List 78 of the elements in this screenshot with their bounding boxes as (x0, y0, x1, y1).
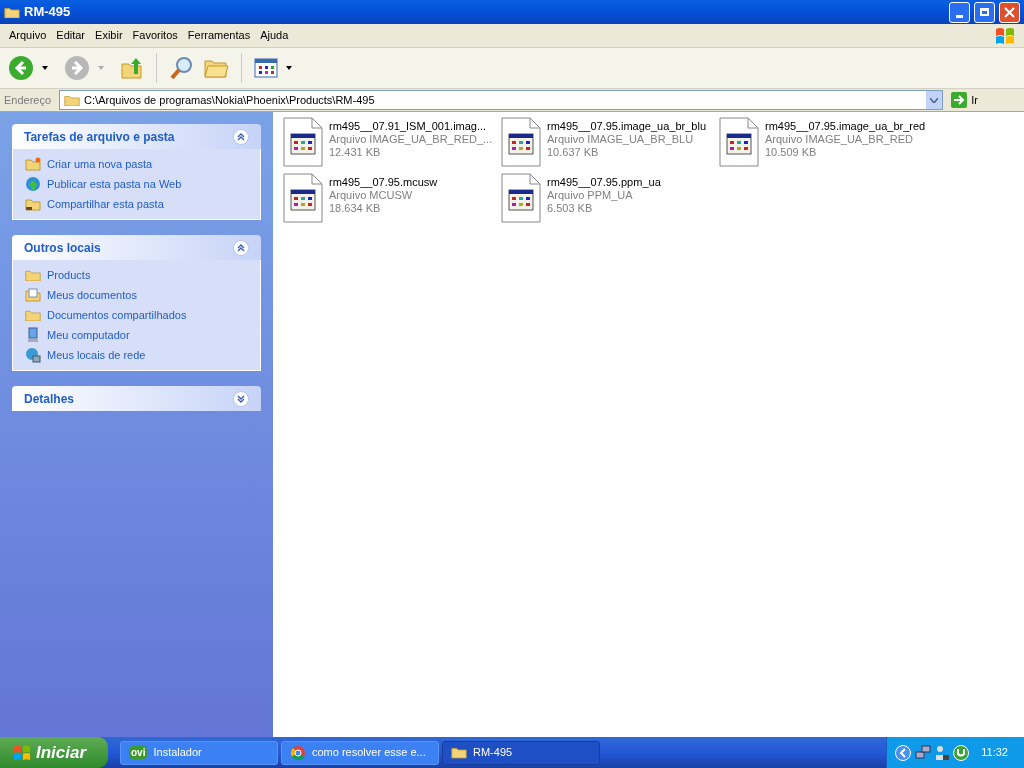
folder-icon (25, 268, 41, 282)
file-name[interactable]: rm495__07.91_ISM_001.imag... (329, 120, 493, 133)
computer-icon (26, 327, 40, 343)
back-icon[interactable] (8, 55, 34, 81)
clock: 11:32 (980, 745, 1009, 761)
new-folder-icon (25, 157, 41, 171)
file-type: Arquivo IMAGE_UA_BR_RED_... (329, 133, 493, 146)
taskbar-button[interactable]: como resolver esse e... (281, 740, 439, 765)
app-badge: ovi (129, 746, 148, 759)
file-type: Arquivo IMAGE_UA_BR_RED (765, 133, 914, 146)
chevron-left-icon[interactable] (895, 744, 912, 761)
file-size: 18.634 KB (329, 202, 382, 215)
file-icon (283, 117, 323, 167)
panel-header[interactable]: Detalhes (12, 386, 261, 411)
task-link[interactable]: Compartilhar esta pasta (47, 195, 164, 213)
panel-header[interactable]: Tarefas de arquivo e pasta (12, 124, 261, 149)
file-size: 12.431 KB (329, 146, 382, 159)
task-link[interactable]: Meus locais de rede (47, 346, 146, 364)
menu-item[interactable]: Favoritos (127, 27, 183, 44)
user-icon[interactable] (935, 744, 950, 761)
file-name[interactable]: rm495__07.95.image_ua_br_red (765, 120, 926, 133)
collapse-icon[interactable] (233, 128, 249, 145)
browser-icon (290, 744, 306, 761)
task-link[interactable]: Publicar esta pasta na Web (47, 175, 182, 193)
taskbar-button[interactable]: ovi Instalador (120, 740, 278, 765)
file-name[interactable]: rm495__07.95.ppm_ua (547, 176, 661, 189)
shared-folder-icon (25, 197, 41, 211)
collapse-icon[interactable] (233, 239, 249, 256)
minimize-button[interactable] (949, 1, 970, 23)
views-icon[interactable] (254, 58, 278, 78)
menu-item[interactable]: Editar (51, 27, 91, 44)
dropdown-arrow-icon[interactable] (286, 66, 292, 70)
windows-logo-icon (12, 743, 32, 762)
close-button[interactable] (999, 1, 1020, 23)
file-size: 10.637 KB (547, 146, 600, 159)
file-icon (719, 117, 759, 167)
up-folder-icon[interactable] (120, 56, 144, 80)
file-name[interactable]: rm495__07.95.mcusw (329, 176, 438, 189)
torrent-icon[interactable] (953, 744, 970, 761)
documents-folder-icon (25, 288, 41, 302)
task-link[interactable]: Criar uma nova pasta (47, 155, 153, 173)
file-name[interactable]: rm495__07.95.image_ua_br_blu (547, 120, 706, 133)
menu-item[interactable]: Ferramentas (182, 27, 256, 44)
close-icon (1004, 6, 1015, 18)
file-type: Arquivo MCUSW (329, 189, 414, 202)
folder-icon (25, 308, 41, 322)
menu-item[interactable]: Arquivo (4, 27, 52, 44)
globe-icon (25, 176, 41, 192)
network-icon[interactable] (915, 744, 932, 761)
file-size: 10.509 KB (765, 146, 818, 159)
window-title: RM-495 (24, 3, 72, 22)
file-size: 6.503 KB (547, 202, 594, 215)
search-icon[interactable] (169, 55, 195, 81)
panel-header[interactable]: Outros locais (12, 235, 261, 260)
folder-icon (64, 93, 81, 107)
windows-logo-icon (994, 25, 1016, 46)
folder-icon (451, 746, 467, 759)
network-icon (25, 347, 41, 363)
folder-icon (4, 5, 20, 19)
task-link[interactable]: Meu computador (47, 326, 130, 344)
task-link[interactable]: Meus documentos (47, 286, 137, 304)
menu-item[interactable]: Exibir (90, 27, 128, 44)
file-icon (501, 117, 541, 167)
expand-icon[interactable] (233, 390, 249, 407)
task-link[interactable]: Products (47, 266, 91, 284)
file-type: Arquivo PPM_UA (547, 189, 634, 202)
address-field[interactable]: C:\Arquivos de programas\Nokia\Phoenix\Products\RM-495 (59, 90, 944, 110)
go-button[interactable]: Ir (947, 91, 982, 109)
address-label: Endereço (4, 92, 53, 108)
task-link[interactable]: Documentos compartilhados (47, 306, 187, 324)
start-button[interactable]: Iniciar (0, 737, 108, 768)
restore-button[interactable] (974, 1, 995, 23)
taskbar-button[interactable]: RM-495 (442, 740, 600, 765)
file-icon (283, 173, 323, 223)
file-type: Arquivo IMAGE_UA_BR_BLU (547, 133, 695, 146)
file-icon (501, 173, 541, 223)
menu-item[interactable]: Ajuda (255, 27, 294, 44)
dropdown-arrow-icon[interactable] (42, 66, 48, 70)
